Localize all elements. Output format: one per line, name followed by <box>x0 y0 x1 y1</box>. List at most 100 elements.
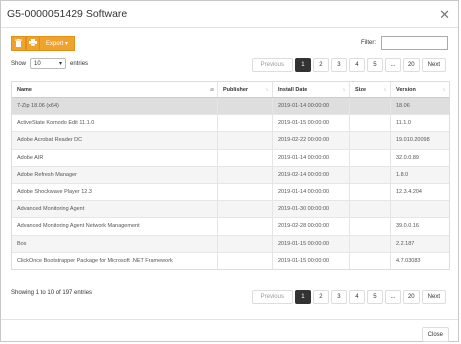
cell-size <box>349 200 391 218</box>
column-header-label: Name <box>17 86 32 93</box>
entries-label: entries <box>70 60 89 67</box>
page-button[interactable]: 2 <box>312 290 329 304</box>
column-header-version[interactable]: Version ↑↓ <box>390 82 449 98</box>
cell-size <box>349 251 391 269</box>
cell-publisher <box>217 182 273 201</box>
software-table: Name ↓≡ Publisher ↑↓ Install Date ↑↓ Size ↑↓… <box>11 81 450 270</box>
table-row[interactable]: Advanced Monitoring Agent Network Manage… <box>12 217 449 235</box>
cell-install-date: 2019-01-14 00:00:00 <box>272 96 350 115</box>
cell-version: 2.2.187 <box>390 234 449 253</box>
column-header-name[interactable]: Name ↓≡ <box>12 82 218 98</box>
next-page-button[interactable]: Next <box>421 58 446 72</box>
previous-page-button[interactable]: Previous <box>251 58 293 72</box>
cell-size <box>349 96 391 115</box>
cell-version <box>390 200 449 218</box>
page-button[interactable]: 1 <box>294 58 311 72</box>
cell-install-date: 2019-01-15 00:00:00 <box>272 234 350 253</box>
cell-publisher <box>217 234 273 253</box>
cell-name: Adobe AIR <box>12 148 218 167</box>
cell-name: Advanced Monitoring Agent Network Manage… <box>12 217 218 235</box>
page-button[interactable]: 5 <box>366 58 383 72</box>
table-row[interactable]: 7-Zip 18.06 (x64) 2019-01-14 00:00:00 18.0… <box>12 96 449 115</box>
table-row[interactable]: ActiveState Komodo Edit 11.1.0 2019-01-15… <box>12 114 449 132</box>
printer-icon <box>29 39 37 48</box>
cell-size <box>349 165 391 184</box>
page-button[interactable]: 3 <box>330 58 347 72</box>
sort-icon: ↑↓ <box>265 86 269 93</box>
cell-name: Box <box>12 234 218 253</box>
cell-install-date: 2019-01-15 00:00:00 <box>272 114 350 132</box>
ellipsis: ... <box>384 290 401 304</box>
page-button[interactable]: 1 <box>294 290 311 304</box>
page-button[interactable]: 20 <box>402 58 420 72</box>
page-button[interactable]: 20 <box>402 290 420 304</box>
delete-button[interactable] <box>11 36 26 51</box>
table-row[interactable]: Adobe Shockwave Player 12.3 2019-01-14 00… <box>12 182 449 201</box>
print-button[interactable] <box>26 36 40 51</box>
next-page-button[interactable]: Next <box>421 290 446 304</box>
column-header-install-date[interactable]: Install Date ↑↓ <box>272 82 350 98</box>
cell-install-date: 2019-01-30 00:00:00 <box>272 200 350 218</box>
trash-icon <box>15 38 22 49</box>
column-header-label: Version <box>396 86 416 93</box>
sort-icon: ↑↓ <box>342 86 346 93</box>
column-header-size[interactable]: Size ↑↓ <box>349 82 391 98</box>
table-row[interactable]: Adobe AIR 2019-01-14 00:00:00 32.0.0.89 <box>12 148 449 167</box>
cell-version: 1.8.0 <box>390 165 449 184</box>
cell-version: 18.06 <box>390 96 449 115</box>
cell-size <box>349 234 391 253</box>
filter: Filter: <box>361 36 448 50</box>
cell-size <box>349 114 391 132</box>
cell-version: 11.1.0 <box>390 114 449 132</box>
page-button[interactable]: 5 <box>366 290 383 304</box>
cell-version: 32.0.0.89 <box>390 148 449 167</box>
cell-publisher <box>217 96 273 115</box>
sort-icon: ↑↓ <box>442 86 446 93</box>
cell-publisher <box>217 217 273 235</box>
close-button[interactable]: Close <box>421 327 449 342</box>
cell-size <box>349 131 391 150</box>
sort-asc-icon: ↓≡ <box>209 86 215 93</box>
column-header-label: Publisher <box>223 86 249 93</box>
table-row[interactable]: Adobe Acrobat Reader DC 2019-02-22 00:00:… <box>12 131 449 150</box>
cell-install-date: 2019-01-14 00:00:00 <box>272 148 350 167</box>
close-icon[interactable]: ✕ <box>439 8 450 21</box>
page-length-value: 10 <box>34 60 41 67</box>
cell-publisher <box>217 251 273 269</box>
table-row[interactable]: ClickOnce Bootstrapper Package for Micro… <box>12 251 449 269</box>
cell-name: 7-Zip 18.06 (x64) <box>12 96 218 115</box>
cell-version: 12.3.4.204 <box>390 182 449 201</box>
page-button[interactable]: 4 <box>348 58 365 72</box>
filter-input[interactable] <box>381 36 448 50</box>
dialog-header: G5-0000051429 Software ✕ <box>1 1 458 28</box>
sort-icon: ↑↓ <box>383 86 387 93</box>
pagination-top: Previous 1 2 3 4 5 ... 20 Next <box>250 58 446 72</box>
cell-publisher <box>217 148 273 167</box>
cell-install-date: 2019-01-15 00:00:00 <box>272 251 350 269</box>
table-row[interactable]: Advanced Monitoring Agent 2019-01-30 00:0… <box>12 200 449 218</box>
page-button[interactable]: 2 <box>312 58 329 72</box>
export-button[interactable]: Export ▾ <box>40 36 75 51</box>
software-dialog: G5-0000051429 Software ✕ Export ▾ Filter… <box>0 0 459 342</box>
cell-size <box>349 217 391 235</box>
cell-name: Adobe Shockwave Player 12.3 <box>12 182 218 201</box>
page-button[interactable]: 3 <box>330 290 347 304</box>
cell-name: Adobe Refresh Manager <box>12 165 218 184</box>
cell-install-date: 2019-02-28 00:00:00 <box>272 217 350 235</box>
previous-page-button[interactable]: Previous <box>251 290 293 304</box>
table-row[interactable]: Box 2019-01-15 00:00:00 2.2.187 <box>12 234 449 253</box>
dialog-footer-divider <box>1 319 458 320</box>
cell-install-date: 2019-02-14 00:00:00 <box>272 165 350 184</box>
cell-install-date: 2019-01-14 00:00:00 <box>272 182 350 201</box>
ellipsis: ... <box>384 58 401 72</box>
column-header-publisher[interactable]: Publisher ↑↓ <box>217 82 273 98</box>
table-info: Showing 1 to 10 of 197 entries <box>11 290 93 296</box>
filter-label: Filter: <box>361 40 376 46</box>
page-button[interactable]: 4 <box>348 290 365 304</box>
page-length-control: Show 10 ▾ entries <box>11 58 88 69</box>
cell-version: 19.010.20098 <box>390 131 449 150</box>
page-length-select[interactable]: 10 ▾ <box>30 58 67 69</box>
cell-install-date: 2019-02-22 00:00:00 <box>272 131 350 150</box>
cell-publisher <box>217 131 273 150</box>
table-row[interactable]: Adobe Refresh Manager 2019-02-14 00:00:00… <box>12 165 449 184</box>
